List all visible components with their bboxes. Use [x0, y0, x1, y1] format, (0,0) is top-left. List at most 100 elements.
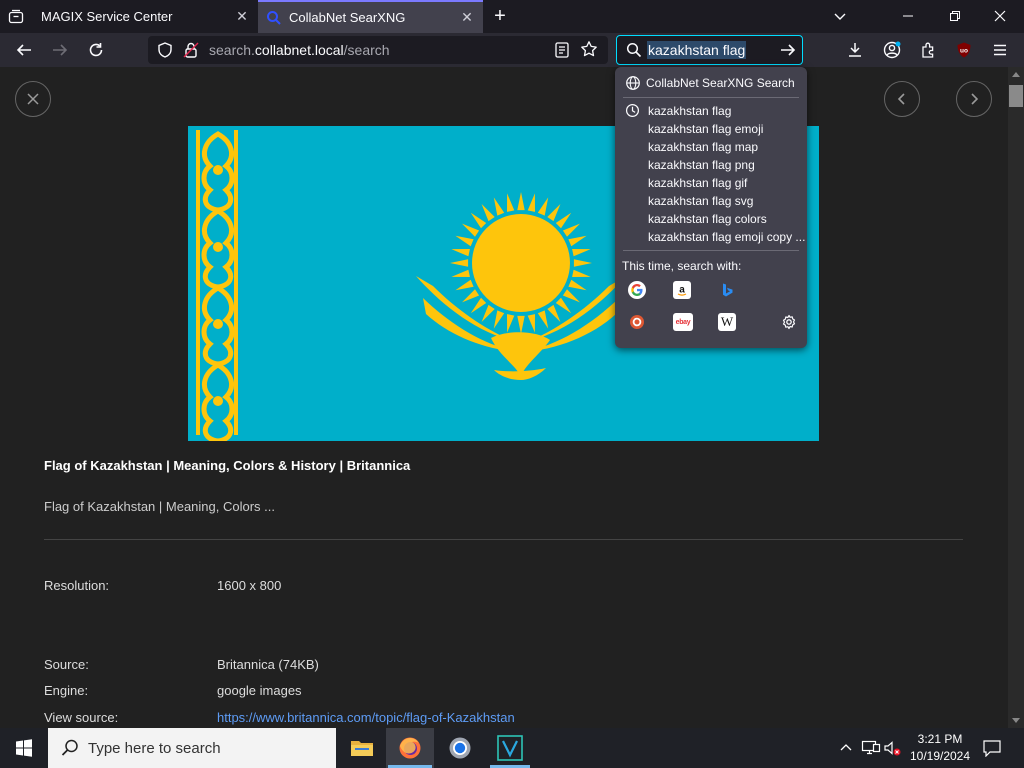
- engine-value: google images: [217, 683, 302, 698]
- ornament-edge: [196, 130, 200, 435]
- downloads-icon[interactable]: [843, 38, 867, 62]
- restore-window-button[interactable]: [947, 8, 963, 29]
- show-hidden-icons-chevron-icon[interactable]: [838, 740, 854, 761]
- url-domain: collabnet.local: [254, 42, 344, 58]
- duckduckgo-icon[interactable]: [628, 313, 646, 331]
- back-button[interactable]: [12, 38, 36, 62]
- search-suggestions-popup: CollabNet SearXNG Search kazakhstan flag…: [615, 67, 807, 348]
- chrome-icon[interactable]: [436, 728, 484, 768]
- wikipedia-icon[interactable]: W: [718, 313, 736, 331]
- list-all-tabs-icon[interactable]: [832, 8, 848, 29]
- close-tab-icon[interactable]: ✕: [459, 9, 475, 26]
- tab-bar: MAGIX Service Center ✕ CollabNet SearXNG…: [0, 0, 1024, 33]
- forward-button[interactable]: [48, 38, 72, 62]
- go-arrow-icon[interactable]: [779, 42, 797, 61]
- this-time-label: This time, search with:: [622, 259, 742, 273]
- visual-studio-code-icon[interactable]: [486, 728, 534, 768]
- site-lock-icon[interactable]: [183, 41, 199, 59]
- tab-title: MAGIX Service Center: [41, 9, 173, 24]
- clock-time[interactable]: 3:21 PM: [908, 732, 972, 746]
- search-icon: [60, 738, 80, 758]
- ublock-origin-icon[interactable]: uo: [952, 38, 976, 62]
- view-source-label: View source:: [44, 710, 119, 725]
- suggestion-item[interactable]: kazakhstan flag colors: [648, 212, 767, 226]
- search-bar[interactable]: kazakhstan flag: [616, 35, 803, 65]
- source-label: Source:: [44, 657, 89, 672]
- ornament-dot: [213, 242, 223, 252]
- navigation-toolbar: search.collabnet.local/search kazakhstan…: [0, 33, 1024, 67]
- windows-start-icon[interactable]: [0, 728, 48, 768]
- ebay-logo-text: ebay: [675, 318, 691, 326]
- scroll-down-arrow-icon[interactable]: [1012, 718, 1020, 723]
- ornament-dot: [213, 319, 223, 329]
- reader-view-icon[interactable]: [554, 41, 570, 62]
- extensions-icon[interactable]: [916, 38, 940, 62]
- next-image-button[interactable]: [956, 81, 992, 117]
- globe-icon: [625, 75, 641, 91]
- close-window-button[interactable]: [992, 8, 1008, 29]
- url-path: /search: [343, 42, 390, 58]
- amazon-icon[interactable]: a: [673, 281, 691, 299]
- tab-collabnet-searxng[interactable]: CollabNet SearXNG ✕: [258, 0, 483, 33]
- wikipedia-logo-text: W: [720, 314, 734, 329]
- suggestion-item[interactable]: kazakhstan flag map: [648, 140, 758, 154]
- minimize-window-button[interactable]: [900, 8, 916, 29]
- suggestion-item[interactable]: kazakhstan flag png: [648, 158, 755, 172]
- new-tab-button[interactable]: +: [489, 5, 511, 27]
- suggestion-item[interactable]: kazakhstan flag gif: [648, 176, 747, 190]
- svg-text:a: a: [679, 285, 685, 296]
- svg-text:uo: uo: [960, 48, 968, 55]
- network-icon[interactable]: [861, 739, 881, 762]
- page-content: Flag of Kazakhstan | Meaning, Colors & H…: [0, 67, 1008, 728]
- ornament-dot: [213, 396, 223, 406]
- source-value: Britannica (74KB): [217, 657, 319, 672]
- search-engine-row[interactable]: CollabNet SearXNG Search: [619, 72, 803, 94]
- search-engine-label: CollabNet SearXNG Search: [646, 76, 795, 90]
- suggestion-item[interactable]: kazakhstan flag emoji: [648, 122, 763, 136]
- url-bar[interactable]: search.collabnet.local/search: [148, 36, 608, 64]
- windows-taskbar: Type here to search 3:21 PM 10/19/2024: [0, 728, 1024, 768]
- page-scrollbar[interactable]: [1008, 67, 1024, 728]
- close-tab-icon[interactable]: ✕: [234, 8, 250, 25]
- settings-icon[interactable]: [780, 313, 798, 331]
- search-icon: [626, 42, 642, 58]
- url-text[interactable]: search.collabnet.local/search: [209, 42, 390, 58]
- taskbar-search-box[interactable]: Type here to search: [48, 728, 336, 768]
- tab-magix-service-center[interactable]: MAGIX Service Center ✕: [32, 0, 258, 33]
- divider: [44, 539, 963, 540]
- google-icon[interactable]: [628, 281, 646, 299]
- search-input[interactable]: kazakhstan flag: [647, 41, 747, 59]
- tracking-protection-shield-icon[interactable]: [156, 41, 174, 59]
- suggestion-item[interactable]: kazakhstan flag emoji copy ...: [648, 230, 805, 244]
- file-explorer-icon[interactable]: [338, 728, 386, 768]
- url-prefix: search.: [209, 42, 255, 58]
- view-source-link[interactable]: https://www.britannica.com/topic/flag-of…: [217, 710, 515, 725]
- engine-label: Engine:: [44, 683, 89, 698]
- result-title[interactable]: Flag of Kazakhstan | Meaning, Colors & H…: [44, 458, 410, 473]
- application-menu-icon[interactable]: [988, 38, 1012, 62]
- suggestion-item[interactable]: kazakhstan flag svg: [648, 194, 753, 208]
- ebay-icon[interactable]: ebay: [673, 313, 693, 331]
- suggestion-item[interactable]: kazakhstan flag: [648, 104, 731, 118]
- previous-image-button[interactable]: [884, 81, 920, 117]
- resolution-label: Resolution:: [44, 578, 110, 593]
- ornament-dot: [213, 165, 223, 175]
- clock-date[interactable]: 10/19/2024: [906, 749, 974, 763]
- result-description: Flag of Kazakhstan | Meaning, Colors ...: [44, 499, 275, 514]
- bookmark-star-icon[interactable]: [580, 40, 598, 61]
- account-icon[interactable]: [880, 38, 904, 62]
- notification-center-icon[interactable]: [982, 739, 1002, 762]
- searxng-favicon-icon: [266, 10, 282, 26]
- close-detail-button[interactable]: [15, 81, 51, 117]
- scroll-up-arrow-icon[interactable]: [1012, 72, 1020, 77]
- bing-icon[interactable]: [718, 281, 736, 299]
- volume-muted-icon[interactable]: [883, 739, 903, 762]
- resolution-value: 1600 x 800: [217, 578, 282, 593]
- scrollbar-thumb[interactable]: [1009, 85, 1023, 107]
- reload-button[interactable]: [84, 38, 108, 62]
- divider: [623, 250, 799, 251]
- firefox-icon[interactable]: [386, 728, 434, 768]
- ornament-edge: [234, 130, 238, 435]
- tab-overview-icon[interactable]: [6, 7, 26, 27]
- tab-title: CollabNet SearXNG: [289, 10, 406, 25]
